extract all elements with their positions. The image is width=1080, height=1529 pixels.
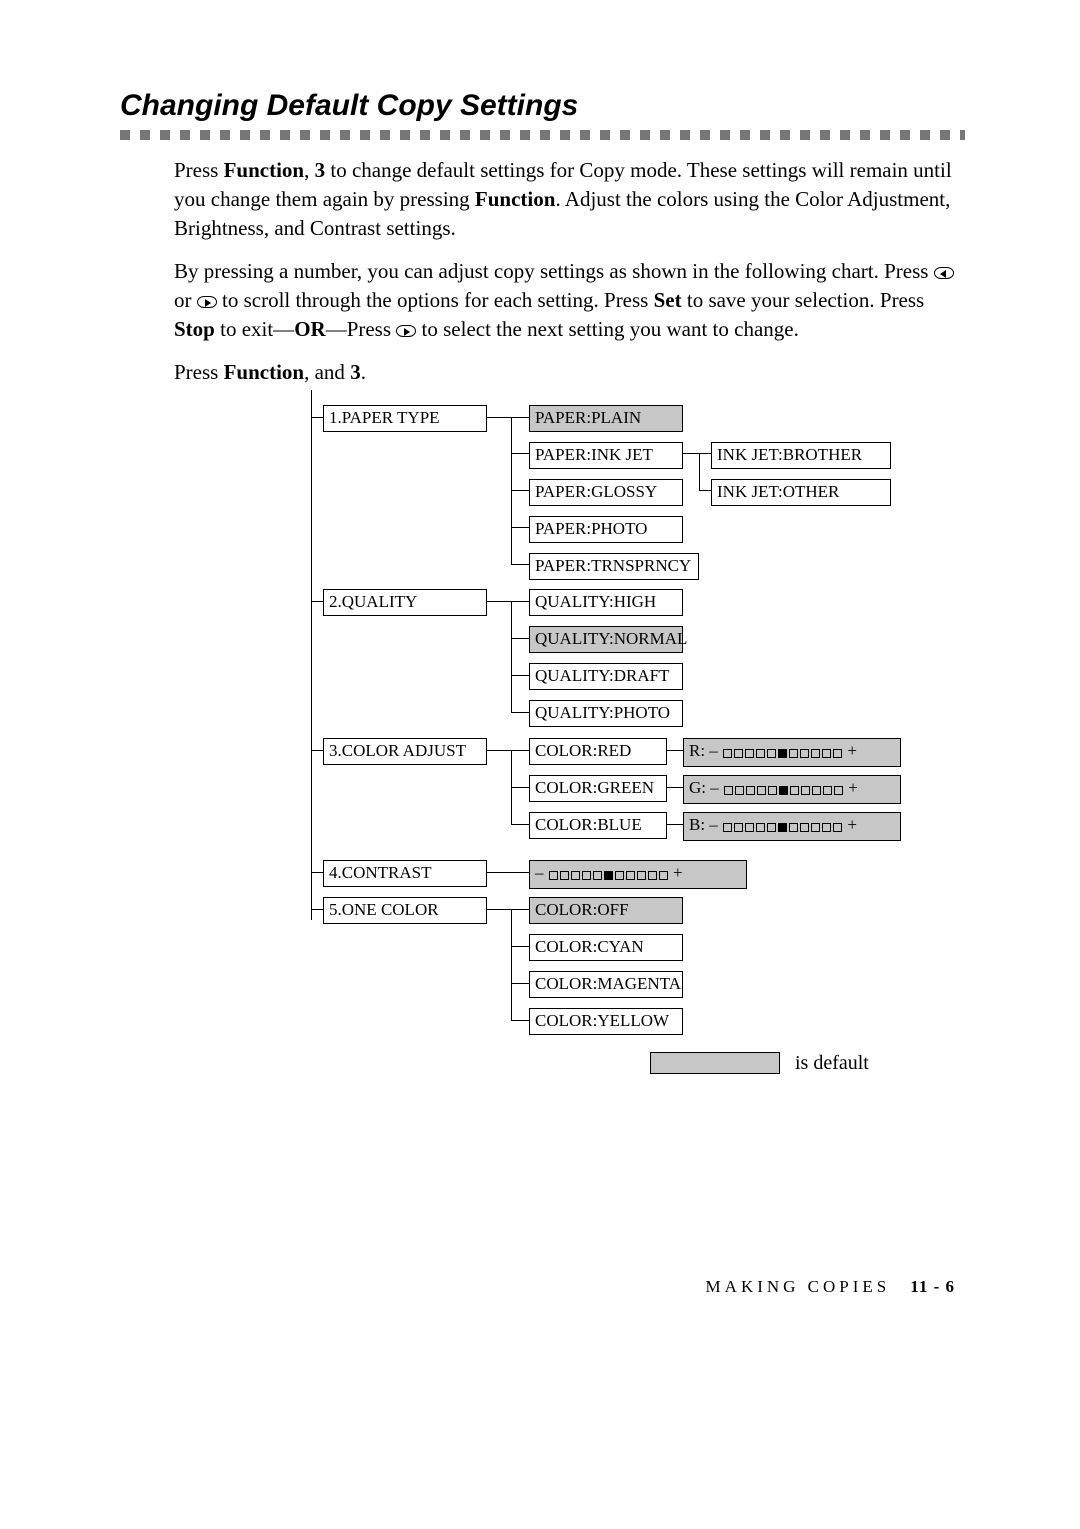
onecolor-magenta: COLOR:MAGENTA (529, 971, 683, 998)
page-footer: MAKING COPIES11 - 6 (0, 1275, 1080, 1298)
right-arrow-icon (197, 296, 217, 308)
quality-photo: QUALITY:PHOTO (529, 700, 683, 727)
paper-plain: PAPER:PLAIN (529, 405, 683, 432)
quality-high: QUALITY:HIGH (529, 589, 683, 616)
paper-photo: PAPER:PHOTO (529, 516, 683, 543)
menu1-contrast: 4.CONTRAST (323, 860, 487, 887)
paper-trnsprncy: PAPER:TRNSPRNCY (529, 553, 699, 580)
onecolor-yellow: COLOR:YELLOW (529, 1008, 683, 1035)
menu1-one-color: 5.ONE COLOR (323, 897, 487, 924)
legend-swatch (650, 1052, 780, 1074)
onecolor-cyan: COLOR:CYAN (529, 934, 683, 961)
paper-inkjet: PAPER:INK JET (529, 442, 683, 469)
press-function-line: Press Function, and 3. (120, 358, 965, 387)
quality-normal: QUALITY:NORMAL (529, 626, 683, 653)
color-red-bar: R: – + (683, 738, 901, 767)
color-green: COLOR:GREEN (529, 775, 667, 802)
inkjet-other: INK JET:OTHER (711, 479, 891, 506)
title-underline (120, 130, 965, 140)
section-title: Changing Default Copy Settings (120, 85, 965, 126)
color-blue-bar: B: – + (683, 812, 901, 841)
right-arrow-icon (396, 325, 416, 337)
default-legend: is default (650, 1050, 869, 1078)
onecolor-off: COLOR:OFF (529, 897, 683, 924)
color-blue: COLOR:BLUE (529, 812, 667, 839)
quality-draft: QUALITY:DRAFT (529, 663, 683, 690)
menu-diagram: 1.PAPER TYPE 2.QUALITY 3.COLOR ADJUST 4.… (215, 405, 915, 1045)
menu1-quality: 2.QUALITY (323, 589, 487, 616)
paper-glossy: PAPER:GLOSSY (529, 479, 683, 506)
menu1-paper-type: 1.PAPER TYPE (323, 405, 487, 432)
menu1-color-adjust: 3.COLOR ADJUST (323, 738, 487, 765)
color-green-bar: G: – + (683, 775, 901, 804)
intro-paragraph-2: By pressing a number, you can adjust cop… (120, 257, 965, 344)
color-red: COLOR:RED (529, 738, 667, 765)
contrast-bar: – + (529, 860, 747, 889)
left-arrow-icon (934, 267, 954, 279)
intro-paragraph-1: Press Function, 3 to change default sett… (120, 156, 965, 243)
inkjet-brother: INK JET:BROTHER (711, 442, 891, 469)
